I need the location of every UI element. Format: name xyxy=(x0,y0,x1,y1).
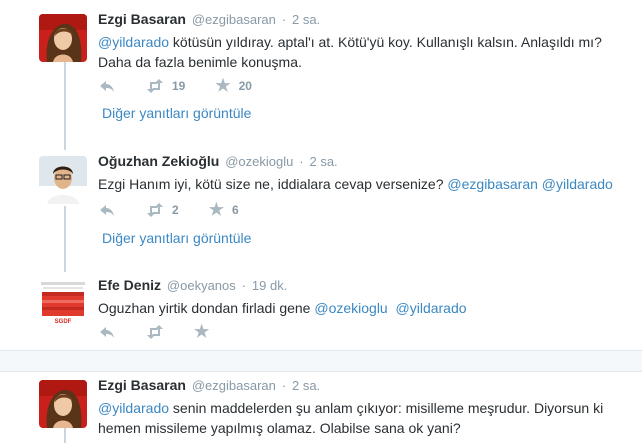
mention-link[interactable]: @yildarado xyxy=(98,400,169,416)
tweet-timestamp[interactable]: 2 sa. xyxy=(309,154,337,169)
tweet-text-segment: Oguzhan yirtik dondan firladi gene xyxy=(98,300,315,316)
tweet-timestamp[interactable]: 19 dk. xyxy=(252,278,287,293)
more-replies-link[interactable]: Diğer yanıtları görüntüle xyxy=(102,229,251,247)
conversation-line xyxy=(64,62,66,150)
reply-icon xyxy=(100,205,114,216)
avatar[interactable] xyxy=(39,156,87,204)
tweet-text-segment xyxy=(388,300,396,316)
tweet-text: Ezgi Hanım iyi, kötü size ne, iddialara … xyxy=(98,174,634,194)
conversation-thread: Ezgi Basaran @ezgibasaran · 2 sa. @yilda… xyxy=(0,0,642,358)
avatar-badge: SGDF xyxy=(54,319,72,325)
retweet-button[interactable] xyxy=(146,324,164,340)
favorite-count: 6 xyxy=(231,203,239,217)
conversation-line xyxy=(64,428,66,443)
reply-icon xyxy=(100,81,114,92)
avatar[interactable]: SGDF xyxy=(39,280,87,328)
reply-button[interactable] xyxy=(98,78,116,94)
separator-dot: · xyxy=(299,154,304,169)
tweet-text: Oguzhan yirtik dondan firladi gene @ozek… xyxy=(98,298,634,318)
tweet-actions: 2 ★ 6 xyxy=(98,201,269,219)
tweet-username[interactable]: @oekyanos xyxy=(167,278,236,293)
tweet-username[interactable]: @ozekioglu xyxy=(225,154,293,169)
retweet-count: 2 xyxy=(172,203,179,217)
tweet-fullname[interactable]: Ezgi Basaran xyxy=(98,11,186,27)
favorite-button[interactable]: ★ xyxy=(194,322,210,341)
tweet-fullname[interactable]: Ezgi Basaran xyxy=(98,377,186,393)
reply-icon xyxy=(100,327,114,338)
thread-separator xyxy=(0,350,642,372)
conversation-line xyxy=(64,206,66,272)
tweet-text: @yildarado senin maddelerden şu anlam çı… xyxy=(98,398,634,438)
favorite-star-icon: ★ xyxy=(194,322,210,341)
avatar[interactable] xyxy=(39,14,87,62)
tweet-username[interactable]: @ezgibasaran xyxy=(192,378,276,393)
conversation-thread: Ezgi Basaran @ezgibasaran · 2 sa. @yilda… xyxy=(0,372,642,443)
tweet-text-segment: Ezgi Hanım iyi, kötü size ne, iddialara … xyxy=(98,176,448,192)
mention-link[interactable]: @yildarado xyxy=(396,300,467,316)
tweet-fullname[interactable]: Oğuzhan Zekioğlu xyxy=(98,153,219,169)
favorite-count: 20 xyxy=(238,79,252,93)
separator-dot: · xyxy=(281,378,287,393)
mention-link[interactable]: @ozekioglu xyxy=(314,300,387,316)
avatar[interactable] xyxy=(39,380,87,428)
favorite-button[interactable]: ★ 6 xyxy=(208,200,239,219)
tweet-username[interactable]: @ezgibasaran xyxy=(192,12,276,27)
mention-link[interactable]: @yildarado xyxy=(98,34,169,50)
retweet-count: 19 xyxy=(172,79,186,93)
retweet-button[interactable]: 19 xyxy=(146,78,185,94)
separator-dot: · xyxy=(241,278,246,293)
mention-link[interactable]: @ezgibasaran xyxy=(447,176,538,192)
favorite-star-icon: ★ xyxy=(215,76,231,95)
tweet-text: @yildarado kötüsün yıldıray. aptal'ı at.… xyxy=(98,32,634,72)
tweet-actions: ★ xyxy=(98,323,239,341)
reply-button[interactable] xyxy=(98,324,116,340)
retweet-icon xyxy=(147,203,163,217)
reply-button[interactable] xyxy=(98,202,116,218)
tweet-text-segment: senin maddelerden şu anlam çıkıyor: misi… xyxy=(98,400,604,436)
favorite-star-icon: ★ xyxy=(208,200,224,219)
mention-link[interactable]: @yildarado xyxy=(542,176,613,192)
tweet-fullname[interactable]: Efe Deniz xyxy=(98,277,161,293)
tweet-text-segment: kötüsün yıldıray. aptal'ı at. Kötü'yü ko… xyxy=(98,34,602,70)
more-replies-link[interactable]: Diğer yanıtları görüntüle xyxy=(102,104,251,122)
separator-dot: · xyxy=(281,12,287,27)
tweet-timestamp[interactable]: 2 sa. xyxy=(292,12,320,27)
favorite-button[interactable]: ★ 20 xyxy=(215,76,252,95)
retweet-icon xyxy=(147,79,163,93)
retweet-button[interactable]: 2 xyxy=(146,202,179,218)
tweet-timestamp[interactable]: 2 sa. xyxy=(292,378,320,393)
tweet-actions: 19 ★ 20 xyxy=(98,77,282,95)
retweet-icon xyxy=(147,325,163,339)
